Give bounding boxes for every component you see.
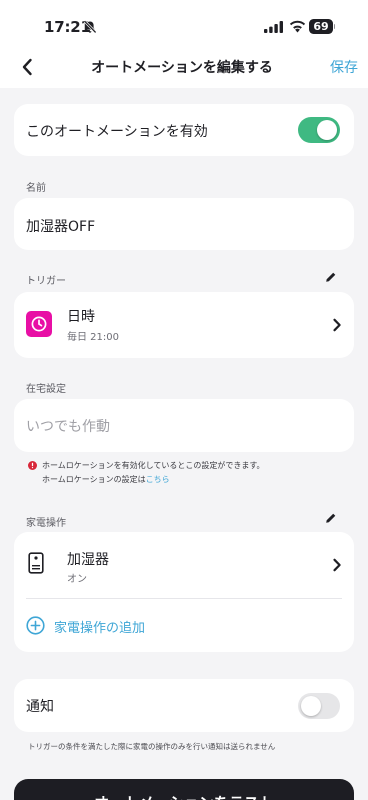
toggle-knob: [301, 696, 321, 716]
appliance-card: 加湿器 オン 家電操作の追加: [14, 532, 354, 652]
alert-icon: [28, 461, 37, 470]
presence-section-label: 在宅設定: [26, 384, 66, 395]
edit-trigger-pencil-icon[interactable]: [325, 271, 337, 283]
chevron-right-icon: [333, 318, 341, 332]
navigation-bar: オートメーションを編集する 保存: [0, 46, 368, 88]
page-title: オートメーションを編集する: [91, 60, 273, 76]
humidifier-icon: [28, 552, 44, 574]
enable-automation-label: このオートメーションを有効: [26, 124, 208, 140]
presence-notice-line2: ホームロケーションの設定はこちら: [42, 474, 170, 485]
notification-card: 通知: [14, 679, 354, 732]
enable-automation-toggle[interactable]: [298, 117, 340, 143]
presence-notice-line1: ホームロケーションを有効化しているとこの設定ができます。: [42, 461, 265, 470]
appliance-title: 加湿器: [67, 552, 109, 568]
appliance-section-label: 家電操作: [26, 518, 66, 529]
presence-card[interactable]: いつでも作動: [14, 399, 354, 452]
presence-placeholder: いつでも作動: [26, 419, 110, 435]
wifi-icon: [289, 20, 306, 33]
enable-automation-card: このオートメーションを有効: [14, 104, 354, 156]
clock-icon: [26, 311, 52, 337]
trigger-section-label: トリガー: [26, 276, 66, 287]
edit-appliance-pencil-icon[interactable]: [325, 512, 337, 524]
plus-circle-icon: [26, 616, 45, 635]
back-button[interactable]: [14, 54, 40, 80]
status-bar: 17:21 69: [0, 0, 368, 46]
test-automation-button[interactable]: オートメーションをテスト: [14, 779, 354, 800]
notification-toggle[interactable]: [298, 693, 340, 719]
add-appliance-label: 家電操作の追加: [54, 621, 146, 636]
battery-indicator: 69: [309, 19, 336, 34]
toggle-knob: [317, 120, 337, 140]
presence-notice-text: ホームロケーションの設定は: [42, 475, 146, 484]
chevron-right-icon: [333, 558, 341, 572]
trigger-subtitle: 毎日 21:00: [67, 332, 119, 343]
name-section-label: 名前: [26, 183, 46, 194]
trigger-title: 日時: [67, 309, 95, 325]
add-appliance-button[interactable]: 家電操作の追加: [14, 599, 354, 652]
notification-note: トリガーの条件を満たした際に家電の操作のみを行い通知は送られません: [28, 742, 276, 751]
appliance-row[interactable]: 加湿器 オン: [14, 532, 354, 598]
automation-name-field[interactable]: 加湿器OFF: [26, 216, 95, 236]
chevron-left-icon: [22, 58, 32, 76]
test-automation-label: オートメーションをテスト: [14, 792, 354, 800]
notification-label: 通知: [26, 699, 54, 715]
home-location-settings-link[interactable]: こちら: [146, 475, 170, 484]
cellular-signal-icon: [264, 21, 283, 33]
name-card[interactable]: 加湿器OFF: [14, 198, 354, 250]
trigger-card[interactable]: 日時 毎日 21:00: [14, 292, 354, 358]
appliance-subtitle: オン: [67, 574, 87, 585]
battery-level: 69: [313, 20, 329, 33]
bell-off-icon: [83, 20, 97, 34]
save-button[interactable]: 保存: [318, 57, 358, 77]
